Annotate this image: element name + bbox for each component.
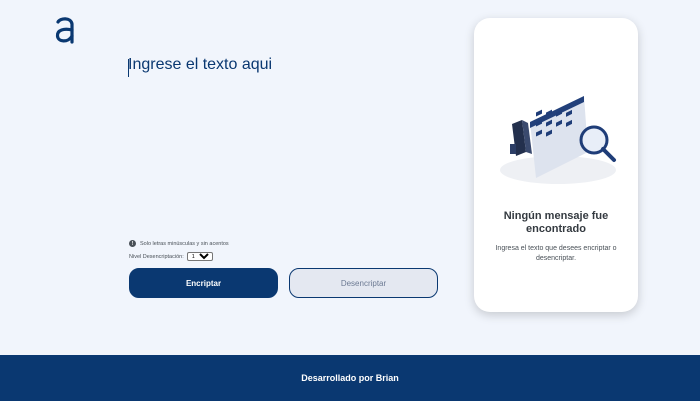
hint-text: Solo letras minúsculas y sin acentos [140,240,229,247]
empty-state-text: Ingresa el texto que desees encriptar o … [495,245,617,262]
footer-credit: Desarrollado por Brian [301,373,399,383]
message-input[interactable] [128,56,438,226]
level-label: Nivel Desencriptación: [129,253,184,260]
empty-state-title: Ningún mensaje fue encontrado [503,210,609,235]
footer: Desarrollado por Brian [0,355,700,401]
input-hint: ! Solo letras minúsculas y sin acentos [129,240,229,247]
encrypt-button[interactable]: Encriptar [129,268,278,298]
text-caret [128,59,129,77]
info-icon: ! [129,240,136,247]
search-documents-illustration [500,96,616,184]
level-select[interactable]: 1 [186,252,213,261]
decryption-level: Nivel Desencriptación: 1 [129,252,213,261]
alura-logo-icon [55,17,74,44]
decrypt-button[interactable]: Desencriptar [289,268,438,298]
output-panel: Ningún mensaje fue encontrado Ingresa el… [474,18,638,312]
